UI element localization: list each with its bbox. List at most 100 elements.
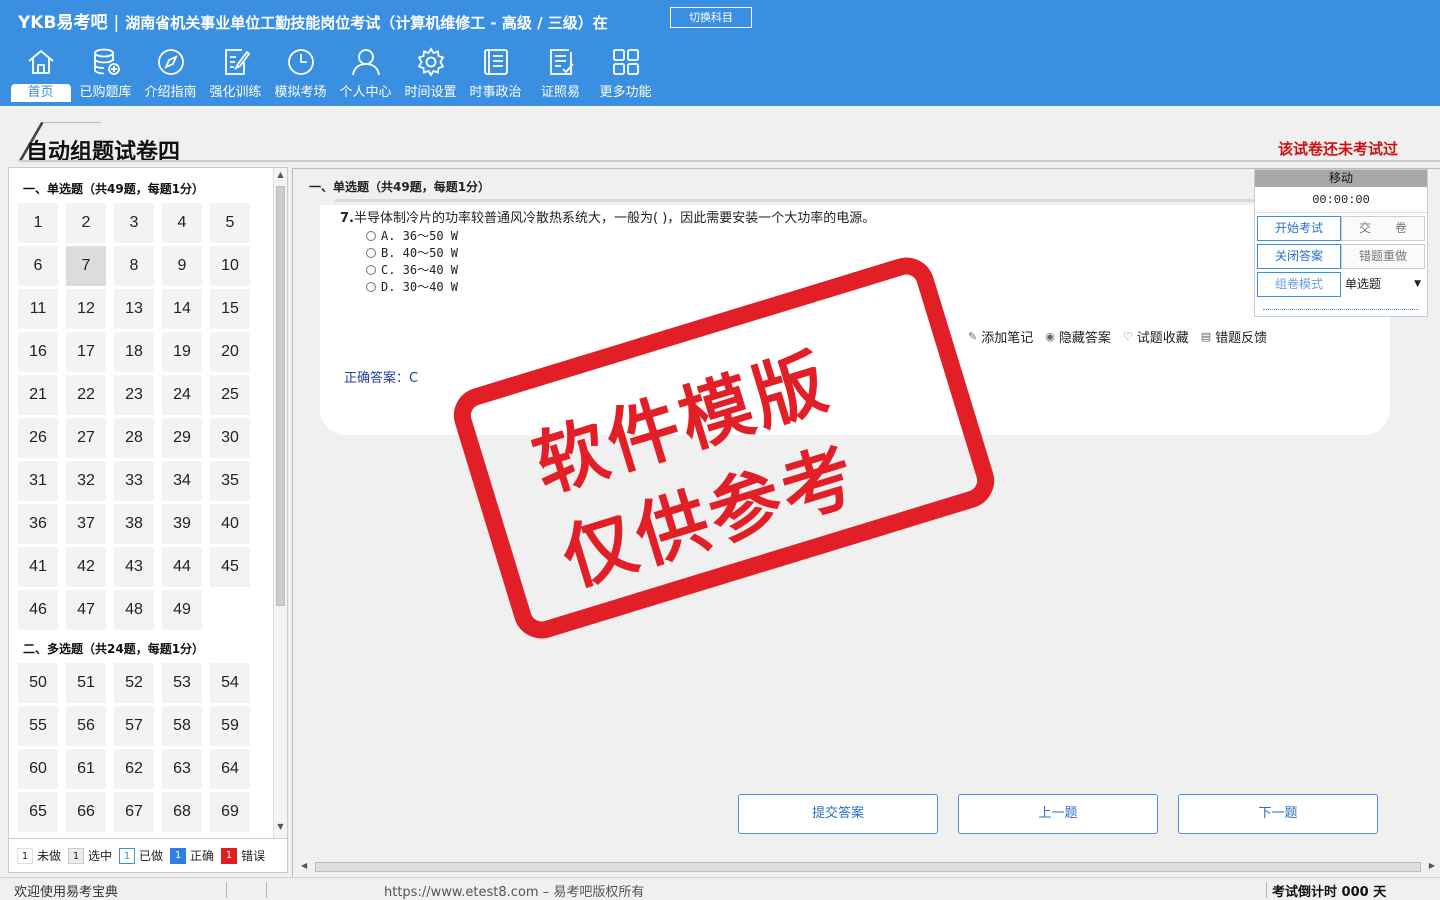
question-cell-68[interactable]: 68 — [162, 792, 202, 832]
question-cell-69[interactable]: 69 — [210, 792, 250, 832]
question-cell-42[interactable]: 42 — [66, 547, 106, 587]
question-cell-34[interactable]: 34 — [162, 461, 202, 501]
question-cell-12[interactable]: 12 — [66, 289, 106, 329]
scroll-thumb[interactable] — [276, 186, 285, 606]
question-cell-53[interactable]: 53 — [162, 663, 202, 703]
question-cell-3[interactable]: 3 — [114, 203, 154, 243]
horizontal-scrollbar[interactable]: ◀ ▶ — [297, 859, 1439, 875]
nav-item-more[interactable]: 更多功能 — [593, 46, 658, 104]
question-cell-25[interactable]: 25 — [210, 375, 250, 415]
question-cell-6[interactable]: 6 — [18, 246, 58, 286]
hide-answer-button[interactable]: ◉ 隐藏答案 — [1045, 327, 1111, 346]
question-cell-65[interactable]: 65 — [18, 792, 58, 832]
question-cell-5[interactable]: 5 — [210, 203, 250, 243]
submit-answer-button[interactable]: 提交答案 — [738, 794, 938, 834]
close-answer-button[interactable]: 关闭答案 — [1257, 244, 1341, 269]
question-cell-2[interactable]: 2 — [66, 203, 106, 243]
question-cell-7[interactable]: 7 — [66, 246, 106, 286]
question-cell-39[interactable]: 39 — [162, 504, 202, 544]
nav-item-time-settings[interactable]: 时间设置 — [398, 46, 463, 104]
question-cell-61[interactable]: 61 — [66, 749, 106, 789]
nav-item-current-affairs[interactable]: 时事政治 — [463, 46, 528, 104]
submit-paper-button[interactable]: 交 卷 — [1341, 216, 1425, 241]
add-note-button[interactable]: ✎ 添加笔记 — [968, 327, 1033, 346]
nav-item-purchased[interactable]: 已购题库 — [73, 46, 138, 104]
nav-item-certificates[interactable]: 证照易 — [528, 46, 593, 104]
compose-mode-button[interactable]: 组卷模式 — [1257, 272, 1341, 297]
option-b[interactable]: B. 40～50 W — [366, 244, 458, 261]
question-cell-30[interactable]: 30 — [210, 418, 250, 458]
question-cell-33[interactable]: 33 — [114, 461, 154, 501]
question-cell-52[interactable]: 52 — [114, 663, 154, 703]
question-cell-44[interactable]: 44 — [162, 547, 202, 587]
question-cell-62[interactable]: 62 — [114, 749, 154, 789]
question-cell-47[interactable]: 47 — [66, 590, 106, 630]
option-a[interactable]: A. 36～50 W — [366, 227, 458, 244]
question-cell-31[interactable]: 31 — [18, 461, 58, 501]
question-cell-50[interactable]: 50 — [18, 663, 58, 703]
question-cell-45[interactable]: 45 — [210, 547, 250, 587]
question-list-scrollbar[interactable]: ▲ ▼ — [273, 168, 287, 838]
question-cell-27[interactable]: 27 — [66, 418, 106, 458]
move-handle[interactable]: 移动 — [1255, 170, 1427, 187]
nav-item-personal[interactable]: 个人中心 — [333, 46, 398, 104]
option-c[interactable]: C. 36～40 W — [366, 261, 458, 278]
question-cell-17[interactable]: 17 — [66, 332, 106, 372]
question-cell-26[interactable]: 26 — [18, 418, 58, 458]
radio-icon[interactable] — [366, 281, 376, 292]
scroll-right-icon[interactable]: ▶ — [1429, 861, 1435, 870]
question-cell-32[interactable]: 32 — [66, 461, 106, 501]
question-cell-67[interactable]: 67 — [114, 792, 154, 832]
question-cell-59[interactable]: 59 — [210, 706, 250, 746]
start-exam-button[interactable]: 开始考试 — [1257, 216, 1341, 241]
question-cell-40[interactable]: 40 — [210, 504, 250, 544]
question-cell-37[interactable]: 37 — [66, 504, 106, 544]
scroll-left-icon[interactable]: ◀ — [301, 861, 307, 870]
question-cell-20[interactable]: 20 — [210, 332, 250, 372]
next-question-button[interactable]: 下一题 — [1178, 794, 1378, 834]
nav-item-training[interactable]: 强化训练 — [203, 46, 268, 104]
question-cell-43[interactable]: 43 — [114, 547, 154, 587]
question-cell-22[interactable]: 22 — [66, 375, 106, 415]
question-cell-19[interactable]: 19 — [162, 332, 202, 372]
question-cell-24[interactable]: 24 — [162, 375, 202, 415]
question-cell-55[interactable]: 55 — [18, 706, 58, 746]
nav-item-guide[interactable]: 介绍指南 — [138, 46, 203, 104]
question-cell-14[interactable]: 14 — [162, 289, 202, 329]
report-error-button[interactable]: ▤ 错题反馈 — [1201, 327, 1267, 346]
question-cell-11[interactable]: 11 — [18, 289, 58, 329]
question-cell-4[interactable]: 4 — [162, 203, 202, 243]
question-cell-23[interactable]: 23 — [114, 375, 154, 415]
question-cell-41[interactable]: 41 — [18, 547, 58, 587]
question-cell-58[interactable]: 58 — [162, 706, 202, 746]
question-cell-60[interactable]: 60 — [18, 749, 58, 789]
question-cell-21[interactable]: 21 — [18, 375, 58, 415]
question-cell-35[interactable]: 35 — [210, 461, 250, 501]
question-cell-15[interactable]: 15 — [210, 289, 250, 329]
option-d[interactable]: D. 30～40 W — [366, 278, 458, 295]
radio-icon[interactable] — [366, 264, 376, 275]
question-cell-57[interactable]: 57 — [114, 706, 154, 746]
question-cell-66[interactable]: 66 — [66, 792, 106, 832]
nav-item-mock-exam[interactable]: 模拟考场 — [268, 46, 333, 104]
question-cell-49[interactable]: 49 — [162, 590, 202, 630]
scroll-up-icon[interactable]: ▲ — [274, 170, 287, 184]
question-cell-46[interactable]: 46 — [18, 590, 58, 630]
scroll-down-icon[interactable]: ▼ — [274, 822, 287, 836]
question-cell-29[interactable]: 29 — [162, 418, 202, 458]
redo-wrong-button[interactable]: 错题重做 — [1341, 244, 1425, 269]
question-cell-13[interactable]: 13 — [114, 289, 154, 329]
question-type-select[interactable]: 单选题 ▼ — [1341, 272, 1425, 297]
scroll-thumb-horizontal[interactable] — [315, 862, 1421, 872]
question-cell-1[interactable]: 1 — [18, 203, 58, 243]
favorite-button[interactable]: ♡ 试题收藏 — [1123, 327, 1189, 346]
question-cell-9[interactable]: 9 — [162, 246, 202, 286]
question-cell-10[interactable]: 10 — [210, 246, 250, 286]
question-cell-48[interactable]: 48 — [114, 590, 154, 630]
question-cell-63[interactable]: 63 — [162, 749, 202, 789]
prev-question-button[interactable]: 上一题 — [958, 794, 1158, 834]
question-cell-16[interactable]: 16 — [18, 332, 58, 372]
nav-item-home[interactable]: 首页 — [8, 46, 73, 104]
question-cell-36[interactable]: 36 — [18, 504, 58, 544]
question-cell-64[interactable]: 64 — [210, 749, 250, 789]
